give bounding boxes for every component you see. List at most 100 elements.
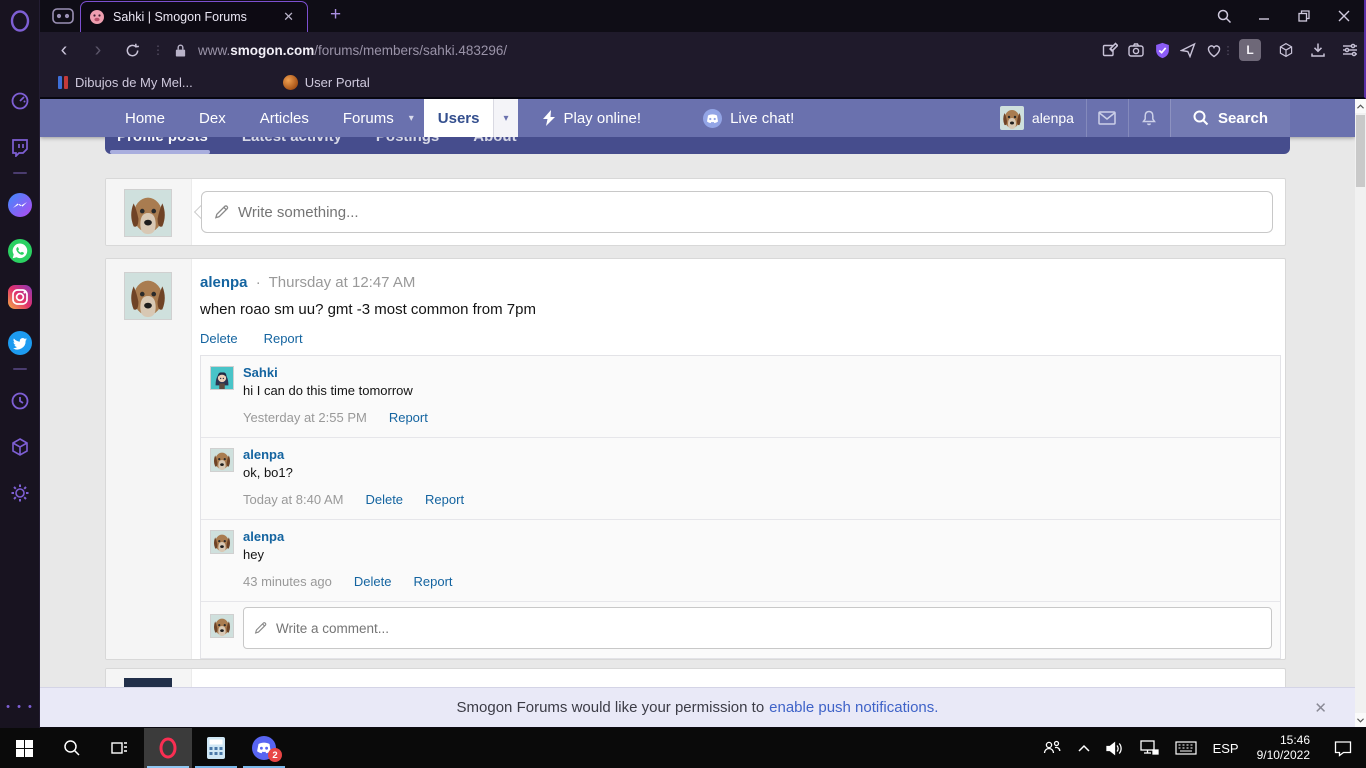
delete-link[interactable]: Delete [365,492,403,507]
windows-taskbar: 2 ESP 15:46 9/10/2022 [0,728,1366,768]
comment-row: Sahki hi I can do this time tomorrow Yes… [201,356,1280,438]
taskbar-calculator[interactable] [192,728,240,768]
settings-gear-icon[interactable] [0,478,40,508]
language-indicator[interactable]: ESP [1205,728,1247,768]
taskbar-discord[interactable]: 2 [240,728,288,768]
window-minimize-button[interactable] [1244,0,1284,32]
whatsapp-icon[interactable] [0,236,40,266]
tab-postings[interactable]: Postings [376,137,439,145]
nav-articles[interactable]: Articles [243,99,326,137]
comment-author-link[interactable]: Sahki [243,365,278,380]
users-caret-icon[interactable]: ▾ [493,99,518,137]
nav-forums[interactable]: Forums [326,99,411,137]
comment-timestamp[interactable]: 43 minutes ago [243,574,332,589]
post-timestamp[interactable]: Thursday at 12:47 AM [269,274,416,291]
reload-icon[interactable] [118,32,146,68]
history-icon[interactable] [0,386,40,416]
comment-timestamp[interactable]: Yesterday at 2:55 PM [243,410,367,425]
comment-timestamp[interactable]: Today at 8:40 AM [243,492,343,507]
messenger-icon[interactable] [0,190,40,220]
taskbar-search-icon[interactable] [48,728,96,768]
inbox-envelope-icon[interactable] [1085,99,1128,137]
avatar[interactable] [210,366,234,390]
post-author-link[interactable]: alenpa [200,274,248,291]
extension-l-icon[interactable]: L [1236,32,1264,68]
delete-link[interactable]: Delete [354,574,392,589]
forums-caret-icon[interactable]: ▾ [401,99,422,137]
window-close-button[interactable] [1324,0,1364,32]
sidebar-divider [13,368,27,370]
touch-keyboard-icon[interactable] [1167,728,1205,768]
report-link[interactable]: Report [389,410,428,425]
action-center-icon[interactable] [1320,728,1366,768]
lock-icon[interactable] [166,32,194,68]
report-link[interactable]: Report [413,574,452,589]
avatar[interactable] [124,272,172,320]
window-restore-button[interactable] [1284,0,1324,32]
avatar[interactable] [210,448,234,472]
nav-live-chat[interactable]: Live chat! [687,99,810,137]
sidebar-more-icon[interactable]: • • • [0,692,40,722]
people-icon[interactable] [1034,728,1070,768]
workspaces-icon[interactable] [48,5,78,27]
tab-close-icon[interactable]: ✕ [278,7,299,27]
snapshot-camera-icon[interactable] [1122,32,1150,68]
report-link[interactable]: Report [264,331,303,346]
vpn-shield-icon[interactable] [1148,32,1176,68]
address-bar[interactable]: www. smogon.com/forums/members/sahki.4832… [198,32,507,68]
share-send-icon[interactable] [1174,32,1202,68]
nav-users-active[interactable]: Users ▾ [423,99,518,137]
nav-play-online[interactable]: Play online! [526,99,658,137]
bookmark-item[interactable]: User Portal [282,75,370,90]
taskbar-opera-gx[interactable] [144,728,192,768]
scroll-up-icon[interactable] [1355,99,1366,113]
back-icon[interactable]: ‹ [50,32,78,68]
browser-search-icon[interactable] [1204,0,1244,32]
nav-account[interactable]: alenpa [988,99,1086,137]
scroll-down-icon[interactable] [1355,713,1366,727]
avatar[interactable] [124,189,172,237]
close-icon[interactable]: ✕ [1314,688,1327,727]
volume-icon[interactable] [1098,728,1132,768]
avatar[interactable] [210,530,234,554]
nav-home[interactable]: Home [108,99,182,137]
taskbar-clock[interactable]: 15:46 9/10/2022 [1247,728,1320,768]
opera-logo-icon[interactable] [0,6,40,36]
comment-author-link[interactable]: alenpa [243,529,284,544]
instagram-icon[interactable] [0,282,40,312]
write-comment-input[interactable] [243,607,1272,649]
enable-push-link[interactable]: enable push notifications. [769,699,938,716]
report-link[interactable]: Report [425,492,464,507]
pencil-icon [254,622,267,635]
start-button[interactable] [0,728,48,768]
avatar [210,614,234,638]
bookmarks-bar: Dibujos de My Mel... User Portal [40,68,1366,99]
bookmark-item[interactable]: Dibujos de My Mel... [58,75,193,90]
nav-dex[interactable]: Dex [182,99,243,137]
write-something-input[interactable] [201,191,1273,233]
show-hidden-icons-chevron[interactable] [1070,728,1098,768]
browser-tab[interactable]: Sahki | Smogon Forums ✕ [80,1,308,32]
tab-profile-posts[interactable]: Profile posts [117,137,208,145]
easy-setup-sliders-icon[interactable] [1336,32,1364,68]
twitch-icon[interactable] [0,132,40,162]
page-scrollbar[interactable] [1355,99,1366,727]
tab-latest-activity[interactable]: Latest activity [242,137,342,145]
extensions-cube-icon[interactable] [0,432,40,462]
delete-link[interactable]: Delete [200,331,238,346]
tab-about[interactable]: About [473,137,516,145]
pin-edit-icon[interactable] [1096,32,1124,68]
downloads-icon[interactable] [1304,32,1332,68]
extensions-separator: ⋮ [1222,44,1234,57]
new-tab-button[interactable]: + [322,4,349,26]
sidebar-cube-icon[interactable] [1272,32,1300,68]
twitter-icon[interactable] [0,328,40,358]
search-button[interactable]: Search [1169,99,1290,137]
scrollbar-thumb[interactable] [1356,115,1365,187]
alerts-bell-icon[interactable] [1127,99,1170,137]
comment-author-link[interactable]: alenpa [243,447,284,462]
speed-dial-icon[interactable] [0,86,40,116]
network-icon[interactable] [1132,728,1167,768]
forward-icon[interactable]: › [84,32,112,68]
task-view-icon[interactable] [96,728,144,768]
